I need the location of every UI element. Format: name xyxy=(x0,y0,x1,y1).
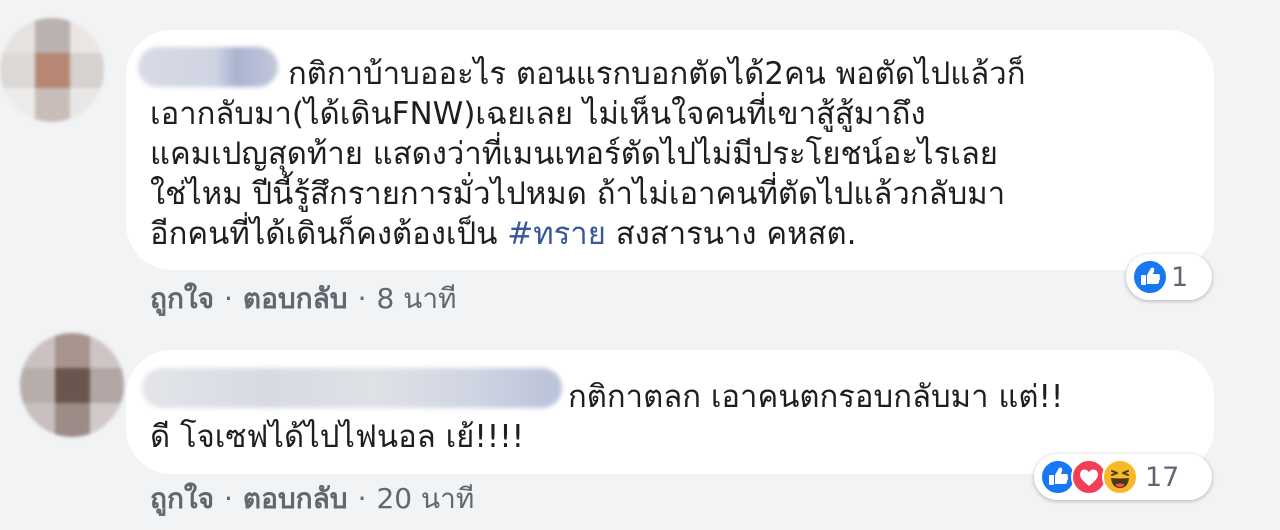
comment-actions: ถูกใจ · ตอบกลับ · 8 นาที xyxy=(150,282,457,316)
comment-line: กติกาบ้าบออะไร ตอนแรกบอกตัดได้2คน พอตัดไ… xyxy=(288,56,1026,92)
comment-line: ใช่ไหม ปีนี้รู้สึกรายการมั่วไปหมด ถ้าไม่… xyxy=(150,176,1006,212)
comment-text: กติกาตลก เอาคนตกรอบกลับมา แต่!! xyxy=(568,378,1063,416)
avatar[interactable] xyxy=(20,333,124,437)
comment-text: กติกาบ้าบออะไร ตอนแรกบอกตัดได้2คน พอตัดไ… xyxy=(288,55,1025,93)
comment-text: เอากลับมา(ได้เดินFNW)เฉยเลย ไม่เห็นใจคนท… xyxy=(150,95,926,133)
reaction-count: 1 xyxy=(1171,261,1189,293)
comment-line: ดี โจเซฟได้ไปไฟนอล เย้!!!! xyxy=(150,419,525,455)
author-name[interactable] xyxy=(138,47,278,87)
timestamp[interactable]: 8 นาที xyxy=(376,282,456,315)
timestamp[interactable]: 20 นาที xyxy=(376,482,474,515)
like-button[interactable]: ถูกใจ xyxy=(150,482,214,515)
comment-thread: กติกาบ้าบออะไร ตอนแรกบอกตัดได้2คน พอตัดไ… xyxy=(0,0,1280,530)
comment-line: กติกาตลก เอาคนตกรอบกลับมา แต่!! xyxy=(568,379,1064,415)
comment-line: อีกคนที่ได้เดินก็คงต้องเป็น xyxy=(150,216,508,252)
reactions-summary[interactable]: 1 xyxy=(1126,254,1212,300)
reactions-summary[interactable]: 17 xyxy=(1034,454,1212,500)
comment-text: แคมเปญสุดท้าย แสดงว่าที่เมนเทอร์ตัดไปไม่… xyxy=(150,135,998,173)
separator-dot: · xyxy=(357,282,367,315)
like-icon xyxy=(1132,259,1168,295)
comment-actions: ถูกใจ · ตอบกลับ · 20 นาที xyxy=(150,482,474,516)
separator-dot: · xyxy=(223,282,233,315)
separator-dot: · xyxy=(357,482,367,515)
hashtag-link[interactable]: #ทราย xyxy=(507,216,606,252)
avatar[interactable] xyxy=(0,18,104,122)
comment-text: ใช่ไหม ปีนี้รู้สึกรายการมั่วไปหมด ถ้าไม่… xyxy=(150,175,1005,213)
separator-dot: · xyxy=(223,482,233,515)
comment-text: อีกคนที่ได้เดินก็คงต้องเป็น #ทราย สงสารน… xyxy=(150,215,856,253)
comment-line: สงสารนาง คหสต. xyxy=(605,216,857,252)
haha-icon xyxy=(1102,459,1138,495)
comment-text: ดี โจเซฟได้ไปไฟนอล เย้!!!! xyxy=(150,418,524,456)
reply-button[interactable]: ตอบกลับ xyxy=(243,282,348,315)
like-button[interactable]: ถูกใจ xyxy=(150,282,214,315)
comment-line: แคมเปญสุดท้าย แสดงว่าที่เมนเทอร์ตัดไปไม่… xyxy=(150,136,998,172)
reaction-count: 17 xyxy=(1145,461,1180,493)
comment-line: เอากลับมา(ได้เดินFNW)เฉยเลย ไม่เห็นใจคนท… xyxy=(150,96,926,132)
reply-button[interactable]: ตอบกลับ xyxy=(243,482,348,515)
author-name[interactable] xyxy=(142,368,562,408)
